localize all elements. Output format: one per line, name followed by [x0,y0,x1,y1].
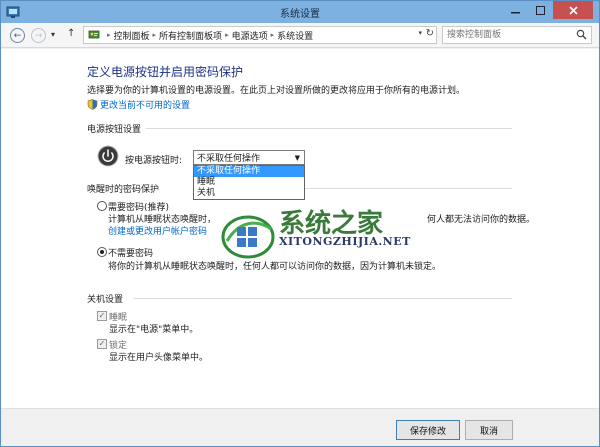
breadcrumb-separator-icon: ▸ [152,31,157,39]
wake-password-section-title: 唤醒时的密码保护 [87,185,160,195]
power-button-section-title: 电源按钮设置 [87,125,142,135]
control-panel-icon [88,30,100,39]
chevron-down-icon: ▼ [294,154,300,162]
page-description: 选择要为你的计算机设置的电源设置。在此页上对设置所做的更改将应用于你所有的电源计… [87,86,466,96]
section-divider [134,298,512,299]
create-change-password-link[interactable]: 创建或更改用户帐户密码 [108,224,222,237]
breadcrumb-separator-icon: ▸ [270,31,275,39]
main-content: 定义电源按钮并启用密码保护 选择要为你的计算机设置的电源设置。在此页上对设置所做… [1,49,599,408]
chevron-down-icon: ▾ [51,30,56,39]
dropdown-option-do-nothing[interactable]: 不采取任何操作 [194,166,304,177]
breadcrumb-item-all-items[interactable]: 所有控制面板项 [159,29,222,42]
checkmark-icon: ✓ [98,339,106,348]
breadcrumb[interactable]: ▸ 控制面板 ▸ 所有控制面板项 ▸ 电源选项 ▸ 系统设置 ▾ ↻ [83,26,437,44]
power-button-dropdown-list[interactable]: 不采取任何操作 睡眠 关机 [193,165,305,200]
watermark: 系统之家 XITONGZHIJIA.NET [221,201,410,273]
require-password-radio[interactable] [97,201,107,211]
change-settings-link-text[interactable]: 更改当前不可用的设置 [100,98,190,111]
power-button-selected-value: 不采取任何操作 [197,154,261,164]
save-changes-button[interactable]: 保存修改 [396,420,460,440]
breadcrumb-separator-icon: ▸ [225,31,229,39]
shutdown-section-title: 关机设置 [87,295,124,305]
dropdown-option-shutdown[interactable]: 关机 [194,188,304,199]
uac-shield-icon [87,99,98,110]
window-controls [503,1,593,19]
address-history-chevron-icon[interactable]: ▾ [418,29,422,37]
recent-locations-button[interactable]: ▾ [51,30,55,39]
breadcrumb-item-control-panel[interactable]: 控制面板 [114,29,150,42]
back-button[interactable]: ← [10,28,25,43]
section-divider [146,128,512,129]
checkmark-icon: ✓ [98,311,106,320]
minimize-icon [511,11,520,13]
power-button-action-select[interactable]: 不采取任何操作 ▼ [193,150,305,165]
lock-checkbox[interactable]: ✓ [97,339,107,349]
power-icon [97,145,119,167]
section-divider [305,188,512,189]
require-password-description-right: 何人都无法访问你的数据。 [427,215,536,225]
forward-arrow-icon: → [34,30,43,41]
lock-checkbox-description: 显示在用户头像菜单中。 [109,353,209,363]
watermark-logo-icon [221,215,275,259]
sleep-checkbox[interactable]: ✓ [97,311,107,321]
breadcrumb-item-power-options[interactable]: 电源选项 [232,29,268,42]
page-title: 定义电源按钮并启用密码保护 [87,65,244,79]
close-button[interactable] [553,1,593,19]
system-settings-window: 系统设置 ← → ▾ ↑ ▸ 控制面板 ▸ 所有控制面板项 ▸ 电源选项 ▸ 系… [0,0,600,447]
power-button-label: 按电源按钮时: [125,156,183,166]
up-button[interactable]: ↑ [67,28,75,39]
address-bar: ← → ▾ ↑ ▸ 控制面板 ▸ 所有控制面板项 ▸ 电源选项 ▸ 系统设置 ▾… [1,23,599,48]
search-box[interactable] [442,26,592,44]
refresh-icon[interactable]: ↻ [426,28,434,39]
close-icon [568,5,578,15]
watermark-domain: XITONGZHIJIA.NET [279,235,411,248]
no-password-radio[interactable] [97,247,107,257]
minimize-button[interactable] [503,1,528,19]
maximize-icon [536,5,545,15]
breadcrumb-separator-icon: ▸ [107,31,111,39]
search-icon[interactable] [576,29,587,40]
up-arrow-icon: ↑ [67,28,76,39]
dropdown-option-sleep[interactable]: 睡眠 [194,177,304,188]
no-password-label[interactable]: 不需要密码 [108,246,153,259]
maximize-button[interactable] [528,1,553,19]
cancel-button[interactable]: 取消 [465,420,513,440]
forward-button[interactable]: → [31,28,46,43]
search-input[interactable] [443,27,568,43]
title-bar[interactable]: 系统设置 [1,1,599,23]
sleep-checkbox-description: 显示在"电源"菜单中。 [109,325,199,335]
back-arrow-icon: ← [13,30,22,41]
change-unavailable-settings-link[interactable]: 更改当前不可用的设置 [87,98,190,111]
footer-bar: 保存修改 取消 [1,408,599,446]
breadcrumb-item-system-settings[interactable]: 系统设置 [277,29,313,42]
